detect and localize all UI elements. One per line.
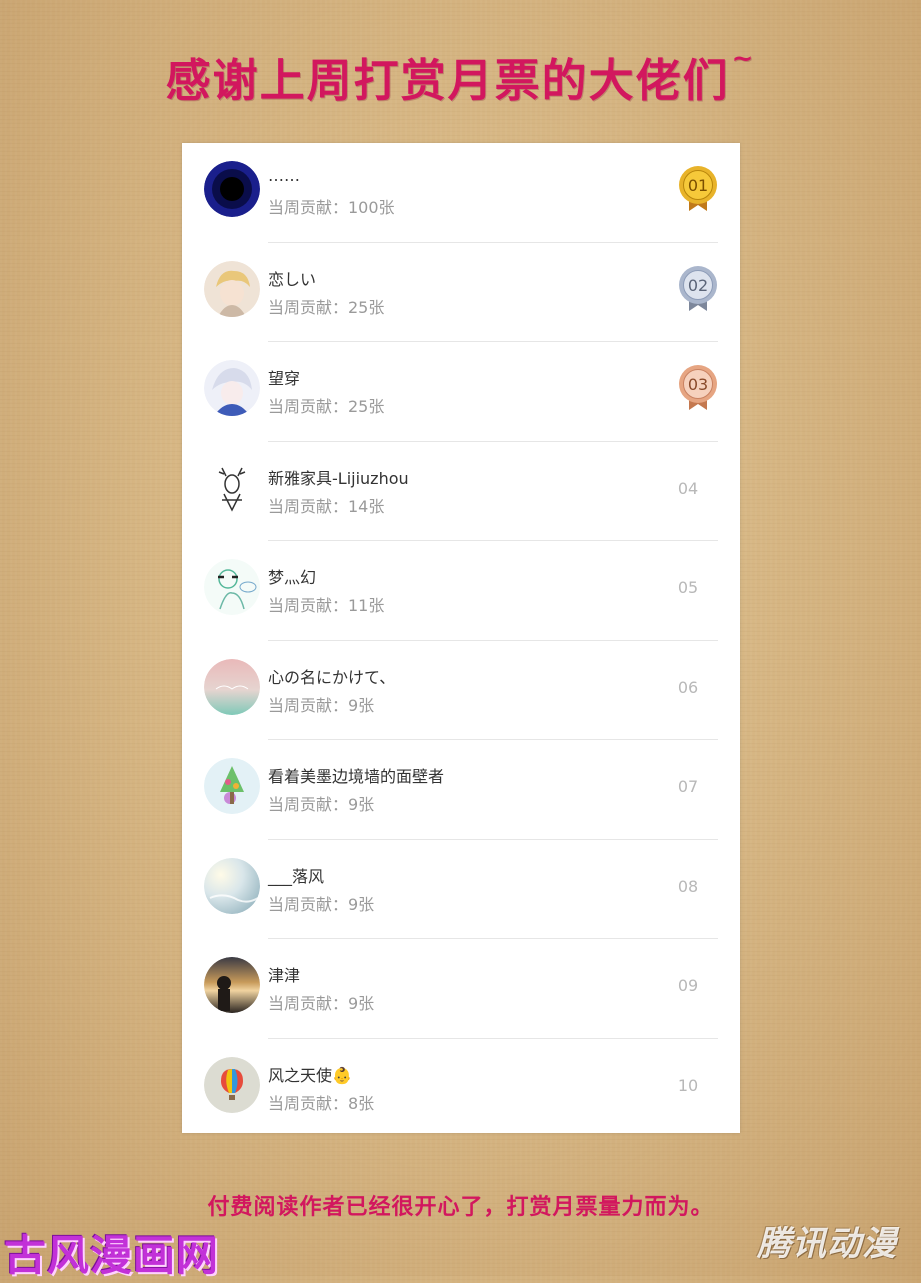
- user-name: 心の名にかけて、: [268, 667, 396, 687]
- rank-number: 10: [677, 1075, 699, 1095]
- gold-medal-icon: 01: [678, 165, 718, 213]
- list-item[interactable]: …… 当周贡献：100张 01: [182, 143, 740, 243]
- contribution-text: 当周贡献：9张: [268, 994, 375, 1013]
- page-title: 感谢上周打赏月票的大佬们~: [0, 44, 921, 109]
- user-name: 梦灬幻: [268, 568, 317, 587]
- bronze-medal-icon: 03: [678, 364, 718, 412]
- avatar[interactable]: [204, 758, 260, 814]
- silver-medal-icon: 02: [678, 265, 718, 313]
- watermark-right: 腾讯动漫: [757, 1224, 897, 1264]
- contribution-text: 当周贡献：9张: [268, 894, 375, 914]
- contribution-text: 当周贡献：100张: [268, 198, 395, 217]
- user-name: ……: [268, 166, 300, 185]
- avatar[interactable]: [204, 260, 260, 317]
- list-item[interactable]: 梦灬幻 当周贡献：11张 05: [182, 541, 740, 641]
- list-item[interactable]: 看着美墨边境墙的面壁者 当周贡献：9张 07: [182, 740, 740, 840]
- avatar[interactable]: [204, 459, 260, 516]
- list-item[interactable]: 心の名にかけて、 当周贡献：9张 06: [182, 641, 740, 740]
- avatar[interactable]: [204, 360, 260, 416]
- user-name: ___落风: [268, 866, 325, 886]
- avatar[interactable]: [204, 658, 260, 715]
- list-item[interactable]: 津津 当周贡献：9张 09: [182, 939, 740, 1039]
- list-item[interactable]: 新雅家具-Lijiuzhou 当周贡献：14张 04: [182, 442, 740, 541]
- user-name: 新雅家具-Lijiuzhou: [268, 468, 409, 488]
- contribution-text: 当周贡献：9张: [268, 695, 375, 715]
- contribution-text: 当周贡献：9张: [268, 795, 375, 814]
- user-name: 看着美墨边境墙的面壁者: [268, 767, 445, 786]
- title-text: 感谢上周打赏月票的大佬们: [165, 54, 730, 107]
- rank-number: 06: [677, 677, 699, 697]
- contribution-text: 当周贡献：11张: [268, 596, 385, 615]
- contribution-text: 当周贡献：14张: [268, 496, 385, 516]
- user-name: 望穿: [268, 369, 301, 388]
- rank-number: 04: [677, 478, 699, 498]
- avatar[interactable]: [204, 161, 260, 217]
- rank-number: 09: [677, 976, 699, 995]
- avatar[interactable]: [204, 559, 260, 615]
- rank-number: 08: [677, 876, 699, 896]
- rank-number: 05: [677, 578, 699, 597]
- ranking-list: …… 当周贡献：100张 01 恋しい 当周贡献：25张 02 望穿 当周贡献：…: [182, 143, 740, 1133]
- contribution-text: 当周贡献：8张: [268, 1093, 375, 1113]
- contribution-text: 当周贡献：25张: [268, 397, 385, 416]
- rank-label: 01: [688, 176, 708, 195]
- avatar[interactable]: [204, 857, 260, 914]
- avatar[interactable]: [204, 1056, 260, 1113]
- rank-number: 07: [677, 777, 699, 796]
- rank-label: 03: [688, 375, 708, 394]
- contribution-text: 当周贡献：25张: [268, 297, 385, 317]
- title-suffix: ~: [731, 44, 756, 74]
- user-name: 津津: [268, 966, 301, 985]
- list-item[interactable]: 望穿 当周贡献：25张 03: [182, 342, 740, 442]
- list-item[interactable]: 风之天使👶 当周贡献：8张 10: [182, 1039, 740, 1139]
- list-item[interactable]: 恋しい 当周贡献：25张 02: [182, 243, 740, 342]
- watermark-left: 古风漫画网: [4, 1231, 220, 1280]
- user-name: 风之天使👶: [268, 1065, 352, 1085]
- user-name: 恋しい: [268, 269, 317, 289]
- list-item[interactable]: ___落风 当周贡献：9张 08: [182, 840, 740, 939]
- rank-label: 02: [688, 276, 708, 295]
- avatar[interactable]: [204, 957, 260, 1013]
